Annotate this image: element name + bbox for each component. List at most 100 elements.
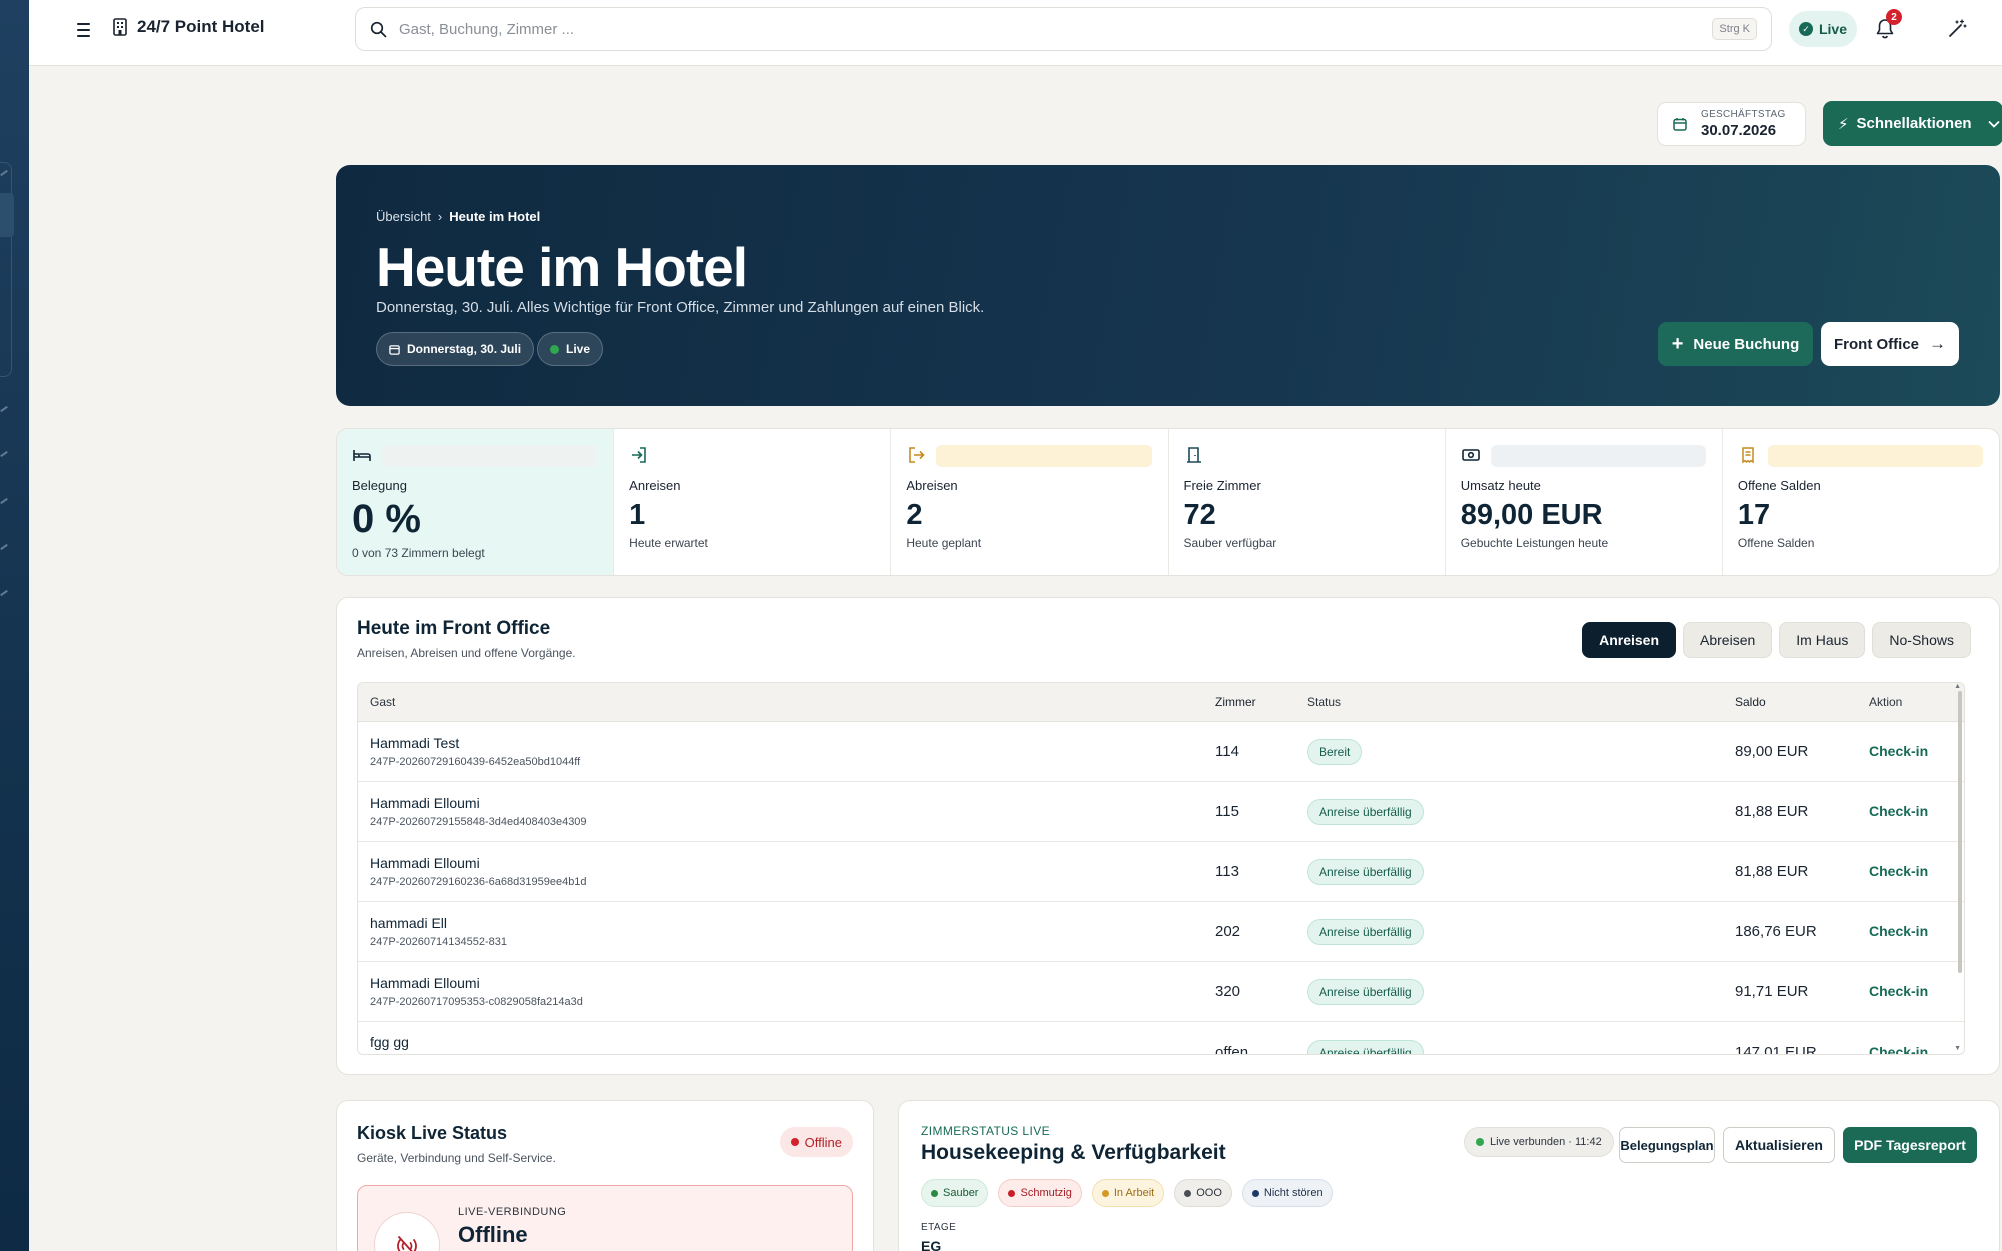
legend-dirty[interactable]: Schmutzig [998,1179,1082,1207]
table-row[interactable]: Hammadi Test 247P-20260729160439-6452ea50… [358,722,1964,782]
search-input[interactable] [399,20,1713,38]
kiosk-status-card: Kiosk Live Status Geräte, Verbindung und… [336,1100,874,1251]
sidebar-chevron-icon[interactable] [0,543,8,551]
guest-name[interactable]: Hammadi Elloumi [370,855,1215,871]
legend-do-not-disturb[interactable]: Nicht stören [1241,1179,1333,1207]
pdf-report-button[interactable]: PDF Tagesreport [1843,1127,1977,1163]
new-booking-button[interactable]: + Neue Buchung [1658,322,1813,366]
status-badge: Anreise überfällig [1307,978,1424,1005]
business-day-picker[interactable]: GESCHÄFTSTAG 30.07.2026 [1657,102,1806,146]
legend-in-progress[interactable]: In Arbeit [1091,1179,1165,1207]
column-header-balance[interactable]: Saldo [1735,695,1859,709]
table-row[interactable]: Hammadi Elloumi 247P-20260729155848-3d4ed… [358,782,1964,842]
tab-arrivals[interactable]: Anreisen [1582,622,1677,658]
menu-icon[interactable] [73,19,95,41]
check-in-link[interactable]: Check-in [1869,863,1928,879]
kpi-value: 89,00 EUR [1460,499,1603,531]
breadcrumb-current: Heute im Hotel [449,209,541,224]
notification-count-badge: 2 [1886,9,1902,25]
hero-banner: Übersicht › Heute im Hotel Heute im Hote… [336,165,2000,406]
status-badge: Anreise überfällig [1307,798,1424,825]
quick-actions-label: Schnellaktionen [1856,115,1972,132]
calendar-icon [1673,118,1687,131]
breadcrumb-root[interactable]: Übersicht [376,209,431,224]
guest-name[interactable]: hammadi Ell [370,915,1215,931]
chevron-down-icon [1987,120,2000,128]
check-in-link[interactable]: Check-in [1869,983,1928,999]
brand[interactable]: 24/7 Point Hotel [112,17,265,37]
guest-name[interactable]: Hammadi Test [370,735,1215,751]
sidebar-chevron-icon[interactable] [0,589,8,597]
table-row[interactable]: Hammadi Elloumi 247P-20260717095353-c0829… [358,962,1964,1022]
column-header-action: Aktion [1869,695,1903,709]
column-header-room[interactable]: Zimmer [1215,695,1307,709]
sidebar-chevron-icon[interactable] [0,450,8,458]
kpi-title: Abreisen [906,478,958,493]
check-circle-icon: ✓ [1798,22,1813,36]
kpi-card-departures[interactable]: Abreisen 2 Heute geplant [891,429,1169,575]
search-box[interactable]: Strg K [355,7,1772,51]
housekeeping-card: ZIMMERSTATUS LIVE Housekeeping & Verfügb… [898,1100,2000,1251]
scroll-down-icon[interactable]: ▼ [1954,1045,1961,1052]
guest-name[interactable]: Hammadi Elloumi [370,795,1215,811]
kpi-card-open-balances[interactable]: Offene Salden 17 Offene Salden [1723,429,1999,575]
sidebar-chevron-icon[interactable] [0,497,8,505]
notifications-button[interactable]: 2 [1874,9,1902,41]
table-scrollbar[interactable] [1958,691,1962,973]
new-booking-label: Neue Buchung [1693,335,1800,353]
refresh-button[interactable]: Aktualisieren [1723,1127,1835,1163]
calendar-icon [389,344,400,355]
legend-in-progress-label: In Arbeit [1113,1187,1155,1199]
room-number: 320 [1215,983,1241,1000]
kpi-progress-track [1490,445,1706,467]
housekeeping-title: Housekeeping & Verfügbarkeit [921,1141,1226,1164]
tab-no-shows[interactable]: No-Shows [1872,622,1971,658]
check-in-link[interactable]: Check-in [1869,923,1928,939]
kiosk-status-label: Offline [804,1134,842,1150]
kpi-card-free-rooms[interactable]: Freie Zimmer 72 Sauber verfügbar [1169,429,1446,575]
legend-ooo[interactable]: OOO [1174,1179,1232,1207]
kpi-card-occupancy[interactable]: Belegung 0 % 0 von 73 Zimmern belegt [337,429,615,575]
status-dot-icon [790,1138,799,1146]
room-number: offen [1215,1044,1249,1055]
scroll-up-icon[interactable]: ▲ [1954,683,1961,690]
kpi-card-arrivals[interactable]: Anreisen 1 Heute erwartet [614,429,892,575]
top-bar: 24/7 Point Hotel Strg K ✓ Live 2 M [29,0,2002,66]
kpi-card-revenue[interactable]: Umsatz heute 89,00 EUR Gebuchte Leistung… [1446,429,1723,575]
tab-in-house[interactable]: Im Haus [1779,622,1866,658]
breadcrumb: Übersicht › Heute im Hotel [376,209,540,224]
occupancy-plan-button[interactable]: Belegungsplan [1619,1127,1715,1163]
table-row[interactable]: fgg gg offen Anreise überfällig 147,01 E… [358,1022,1964,1055]
legend-dnd-label: Nicht stören [1263,1187,1323,1199]
live-status-pill[interactable]: ✓ Live [1789,11,1857,47]
connection-label: LIVE-VERBINDUNG [458,1206,567,1218]
arrival-icon [632,447,646,463]
kiosk-description: Geräte, Verbindung und Self-Service. [357,1151,556,1165]
front-office-button[interactable]: Front Office → [1821,322,1959,366]
guest-name[interactable]: fgg gg [370,1034,1215,1050]
bed-icon [353,450,371,461]
booking-id: 247P-20260729160439-6452ea50bd1044ff [370,756,581,768]
date-chip: Donnerstag, 30. Juli [376,332,535,366]
tab-departures[interactable]: Abreisen [1683,622,1773,658]
kpi-subtitle: Offene Salden [1737,536,1815,550]
check-in-link[interactable]: Check-in [1869,1044,1928,1054]
hotel-building-icon [113,18,127,36]
live-connection-label: Live verbunden · 11:42 [1490,1136,1602,1148]
magic-wand-icon[interactable] [1946,18,1968,40]
legend-clean[interactable]: Sauber [921,1179,989,1207]
table-row[interactable]: Hammadi Elloumi 247P-20260729160236-6a68d… [358,842,1964,902]
column-header-status[interactable]: Status [1307,695,1735,709]
check-in-link[interactable]: Check-in [1869,743,1928,759]
column-header-guest[interactable]: Gast [358,695,1215,709]
search-shortcut-hint: Strg K [1712,18,1757,40]
guest-name[interactable]: Hammadi Elloumi [370,975,1215,991]
kiosk-connection-box: LIVE-VERBINDUNG Offline [357,1185,853,1251]
front-office-title: Heute im Front Office [357,618,551,639]
quick-actions-button[interactable]: ⚡ Schnellaktionen [1823,101,2002,146]
kiosk-status-pill: Offline [779,1127,853,1157]
check-in-link[interactable]: Check-in [1869,803,1928,819]
table-row[interactable]: hammadi Ell 247P-20260714134552-831 202 A… [358,902,1964,962]
sidebar-active-item[interactable] [0,193,14,237]
sidebar-chevron-icon[interactable] [0,405,8,413]
